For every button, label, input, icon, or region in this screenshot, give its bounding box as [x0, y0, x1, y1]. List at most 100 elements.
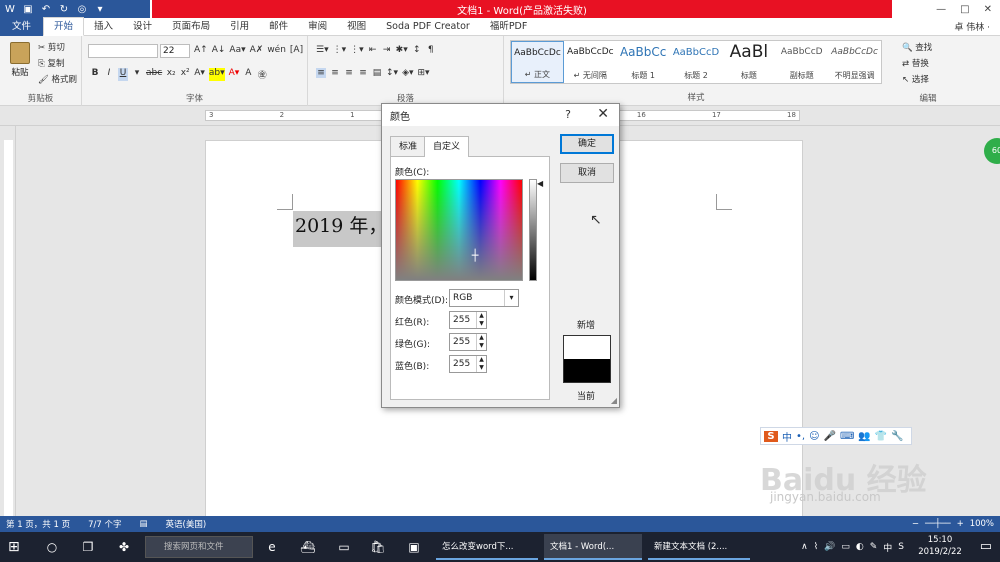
- vertical-ruler[interactable]: [0, 126, 16, 516]
- sogou-logo-icon[interactable]: S: [764, 430, 778, 442]
- tray-up-arrow-icon[interactable]: ∧: [801, 542, 808, 552]
- decrease-indent-icon[interactable]: ⇤: [368, 45, 378, 55]
- luminance-slider[interactable]: [529, 179, 537, 281]
- select-button[interactable]: ↖ 选择: [902, 73, 929, 85]
- emoji-icon[interactable]: ☺: [809, 431, 819, 442]
- luminance-arrow-icon[interactable]: ◀: [537, 179, 543, 188]
- paste-button[interactable]: 粘贴: [6, 40, 34, 84]
- borders-icon[interactable]: ⊞▾: [418, 68, 430, 78]
- subscript-icon[interactable]: x₂: [166, 68, 176, 81]
- tab-soda-pdf[interactable]: Soda PDF Creator: [376, 18, 480, 36]
- file-explorer-icon[interactable]: ▭: [336, 539, 352, 555]
- ship-app-icon[interactable]: ⛴: [300, 539, 316, 555]
- increase-indent-icon[interactable]: ⇥: [382, 45, 392, 55]
- tab-layout[interactable]: 页面布局: [162, 18, 220, 36]
- dialog-close-button[interactable]: ✕: [597, 106, 609, 122]
- user-name[interactable]: 卓 伟林 ·: [954, 20, 1000, 33]
- shrink-font-icon[interactable]: A↓: [212, 45, 226, 55]
- pen-icon[interactable]: ✎: [870, 542, 878, 552]
- punctuation-icon[interactable]: •,: [796, 431, 805, 442]
- taskbar-app-browser[interactable]: 怎么改变word下...: [436, 534, 538, 560]
- restore-button[interactable]: □: [960, 4, 969, 15]
- font-size-box[interactable]: 22: [160, 44, 190, 58]
- skin-icon[interactable]: 👕: [875, 431, 887, 442]
- minimize-button[interactable]: —: [936, 4, 946, 15]
- language[interactable]: 英语(美国): [166, 518, 207, 530]
- highlight-icon[interactable]: ab▾: [208, 68, 225, 81]
- selected-document-text[interactable]: 2019 年，: [293, 211, 390, 247]
- store-icon[interactable]: 🛍: [370, 539, 386, 555]
- tab-review[interactable]: 审阅: [298, 18, 337, 36]
- customize-icon[interactable]: ▾: [94, 4, 106, 15]
- fan-app-icon[interactable]: ✤: [116, 539, 132, 555]
- battery-icon[interactable]: ▭: [841, 542, 850, 552]
- align-center-icon[interactable]: ≡: [330, 68, 340, 78]
- redo-icon[interactable]: ↻: [58, 4, 70, 15]
- style-subtle-emphasis[interactable]: AaBbCcDc 不明显强调: [828, 41, 881, 83]
- align-left-icon[interactable]: ≡: [316, 68, 326, 78]
- settings-wrench-icon[interactable]: 🔧: [891, 431, 903, 442]
- chinese-layout-icon[interactable]: ✱▾: [396, 45, 408, 55]
- shading-icon[interactable]: ◈▾: [402, 68, 413, 78]
- clock[interactable]: 15:10 2019/2/22: [912, 534, 968, 558]
- superscript-icon[interactable]: x²: [180, 68, 190, 81]
- find-button[interactable]: 🔍 查找: [902, 41, 932, 53]
- format-painter-button[interactable]: 🖌 格式刷: [38, 73, 77, 85]
- clear-format-icon[interactable]: A✗: [250, 45, 264, 55]
- photo-app-icon[interactable]: ▣: [406, 539, 422, 555]
- justify-icon[interactable]: ≡: [358, 68, 368, 78]
- tab-foxit-pdf[interactable]: 福昕PDF: [480, 18, 538, 36]
- bullets-icon[interactable]: ☰▾: [316, 45, 329, 55]
- taskbar-app-word[interactable]: 文档1 - Word(...: [544, 534, 642, 560]
- tray-app-icon[interactable]: ◐: [856, 542, 864, 552]
- underline-dropdown-icon[interactable]: ▾: [132, 68, 142, 81]
- phonetic-icon[interactable]: wén: [267, 45, 286, 55]
- page-count[interactable]: 第 1 页，共 1 页: [6, 518, 70, 530]
- keyboard-icon[interactable]: ⌨: [840, 431, 854, 442]
- style-subtitle[interactable]: AaBbCcD 副标题: [775, 41, 828, 83]
- proofing-icon[interactable]: ▤: [140, 519, 148, 529]
- style-heading-2[interactable]: AaBbCcD 标题 2: [670, 41, 723, 83]
- windows-start-icon[interactable]: ⊞: [8, 539, 24, 555]
- replace-button[interactable]: ⇄ 替换: [902, 57, 929, 69]
- chevron-down-icon[interactable]: ▾: [504, 290, 518, 306]
- distributed-icon[interactable]: ▤: [372, 68, 382, 78]
- input-language[interactable]: 中: [883, 541, 892, 554]
- save-icon[interactable]: ▣: [22, 4, 34, 15]
- notification-icon[interactable]: ▭: [980, 539, 992, 554]
- sort-icon[interactable]: ↕: [412, 45, 422, 55]
- char-border-icon[interactable]: [A]: [290, 45, 303, 55]
- edge-icon[interactable]: e: [264, 539, 280, 555]
- tab-custom[interactable]: 自定义: [424, 136, 470, 157]
- network-icon[interactable]: ⌇: [814, 542, 818, 552]
- task-view-icon[interactable]: ❐: [80, 539, 96, 555]
- blue-input[interactable]: 255 ▲ ▼: [449, 355, 487, 373]
- font-color-icon[interactable]: A▾: [229, 68, 240, 81]
- volume-icon[interactable]: 🔊: [824, 542, 835, 552]
- tab-view[interactable]: 视图: [337, 18, 376, 36]
- line-spacing-icon[interactable]: ↕▾: [386, 68, 398, 78]
- align-right-icon[interactable]: ≡: [344, 68, 354, 78]
- help-button[interactable]: ?: [565, 108, 571, 121]
- tab-file[interactable]: 文件: [0, 17, 44, 36]
- grow-font-icon[interactable]: A↑: [194, 45, 208, 55]
- tab-references[interactable]: 引用: [220, 18, 259, 36]
- cortana-icon[interactable]: ○: [44, 539, 60, 555]
- resize-grip-icon[interactable]: ◢: [611, 396, 617, 405]
- font-name-box[interactable]: [88, 44, 158, 58]
- change-case-icon[interactable]: Aa▾: [229, 45, 245, 55]
- spin-buttons-icon[interactable]: ▲ ▼: [476, 356, 486, 372]
- word-count[interactable]: 7/7 个字: [88, 518, 121, 530]
- bold-icon[interactable]: B: [90, 68, 100, 81]
- taskbar-search[interactable]: 搜索网页和文件: [145, 536, 253, 558]
- char-shading-icon[interactable]: A: [243, 68, 253, 81]
- zoom-slider[interactable]: ──┼──: [925, 519, 951, 529]
- tab-design[interactable]: 设计: [123, 18, 162, 36]
- zoom-out-icon[interactable]: −: [912, 519, 919, 529]
- taskbar-app-notepad[interactable]: 新建文本文档 (2....: [648, 534, 750, 560]
- italic-icon[interactable]: I: [104, 68, 114, 81]
- text-effects-icon[interactable]: A▾: [194, 68, 205, 81]
- spin-buttons-icon[interactable]: ▲ ▼: [476, 312, 486, 328]
- style-title[interactable]: AaBl 标题: [722, 41, 775, 83]
- strikethrough-icon[interactable]: abc: [146, 68, 162, 81]
